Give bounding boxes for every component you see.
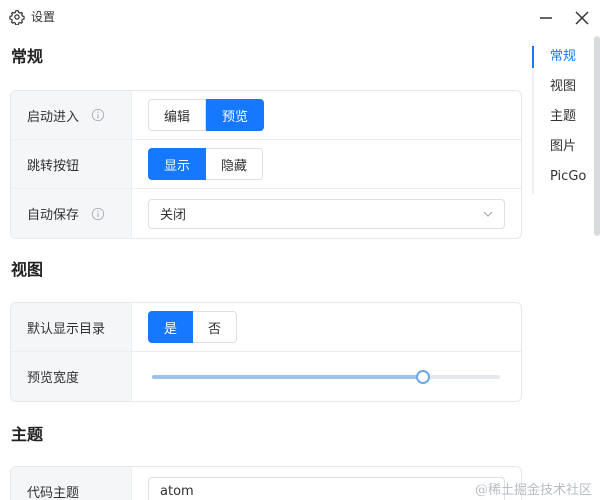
code-theme-value: atom	[160, 484, 194, 499]
window-title: 设置	[31, 10, 56, 24]
general-card: 启动进入 编辑 预览 跳转按钮 显示 隐藏 自动保存 关闭	[10, 90, 522, 239]
minimize-button[interactable]	[534, 6, 558, 30]
theme-card: 代码主题 atom	[10, 466, 522, 500]
setting-row-show-toc: 默认显示目录 是 否	[11, 303, 521, 352]
jump-hide-button[interactable]: 隐藏	[206, 148, 264, 180]
section-title-general: 常规	[11, 47, 44, 66]
vertical-scrollbar[interactable]	[594, 36, 600, 500]
scrollbar-thumb[interactable]	[594, 36, 600, 236]
nav-item-general[interactable]: 常规	[532, 44, 592, 74]
jump-button-label: 跳转按钮	[27, 158, 80, 174]
chevron-down-icon	[483, 211, 493, 217]
settings-content: 常规 启动进入 编辑 预览 跳转按钮 显示 隐藏 自动保存 关闭 视图 默认显示…	[0, 36, 530, 500]
watermark: @稀土掘金技术社区	[474, 483, 592, 498]
auto-save-select[interactable]: 关闭	[148, 198, 505, 229]
setting-row-auto-save: 自动保存 关闭	[11, 189, 521, 238]
setting-row-startup: 启动进入 编辑 预览	[11, 91, 521, 140]
close-button[interactable]	[570, 6, 594, 30]
nav-item-theme[interactable]: 主题	[532, 104, 592, 134]
nav-item-view[interactable]: 视图	[532, 74, 592, 104]
startup-label: 启动进入	[27, 109, 80, 125]
title-bar: 设置	[0, 0, 600, 36]
startup-preview-button[interactable]: 预览	[206, 99, 265, 131]
code-theme-input[interactable]: atom	[148, 476, 505, 500]
info-icon[interactable]	[91, 108, 105, 122]
jump-button-toggle: 显示 隐藏	[148, 148, 264, 180]
section-nav: 常规 视图 主题 图片 PicGo	[532, 44, 592, 194]
view-card: 默认显示目录 是 否 预览宽度	[10, 302, 522, 402]
preview-width-label: 预览宽度	[27, 371, 80, 386]
setting-row-code-theme: 代码主题 atom	[11, 467, 521, 500]
startup-mode-toggle: 编辑 预览	[148, 99, 265, 131]
close-icon	[575, 11, 589, 25]
info-icon[interactable]	[91, 207, 105, 221]
code-theme-label: 代码主题	[27, 486, 80, 500]
slider-handle[interactable]	[416, 369, 431, 384]
nav-item-picgo[interactable]: PicGo	[532, 164, 592, 194]
show-toc-label: 默认显示目录	[27, 321, 106, 337]
setting-row-preview-width: 预览宽度	[11, 352, 521, 401]
auto-save-label: 自动保存	[27, 208, 80, 223]
minimize-icon	[540, 17, 552, 19]
preview-width-slider[interactable]	[152, 369, 500, 385]
jump-show-button[interactable]: 显示	[148, 148, 207, 180]
section-title-view: 视图	[11, 260, 44, 279]
show-toc-no-button[interactable]: 否	[193, 311, 238, 343]
startup-edit-button[interactable]: 编辑	[148, 99, 207, 131]
slider-fill	[152, 374, 424, 379]
show-toc-toggle: 是 否	[148, 311, 238, 343]
auto-save-value: 关闭	[160, 208, 187, 223]
show-toc-yes-button[interactable]: 是	[148, 311, 194, 343]
gear-icon	[9, 10, 25, 25]
nav-item-image[interactable]: 图片	[532, 134, 592, 164]
section-title-theme: 主题	[11, 425, 44, 444]
setting-row-jump-button: 跳转按钮 显示 隐藏	[11, 140, 521, 189]
